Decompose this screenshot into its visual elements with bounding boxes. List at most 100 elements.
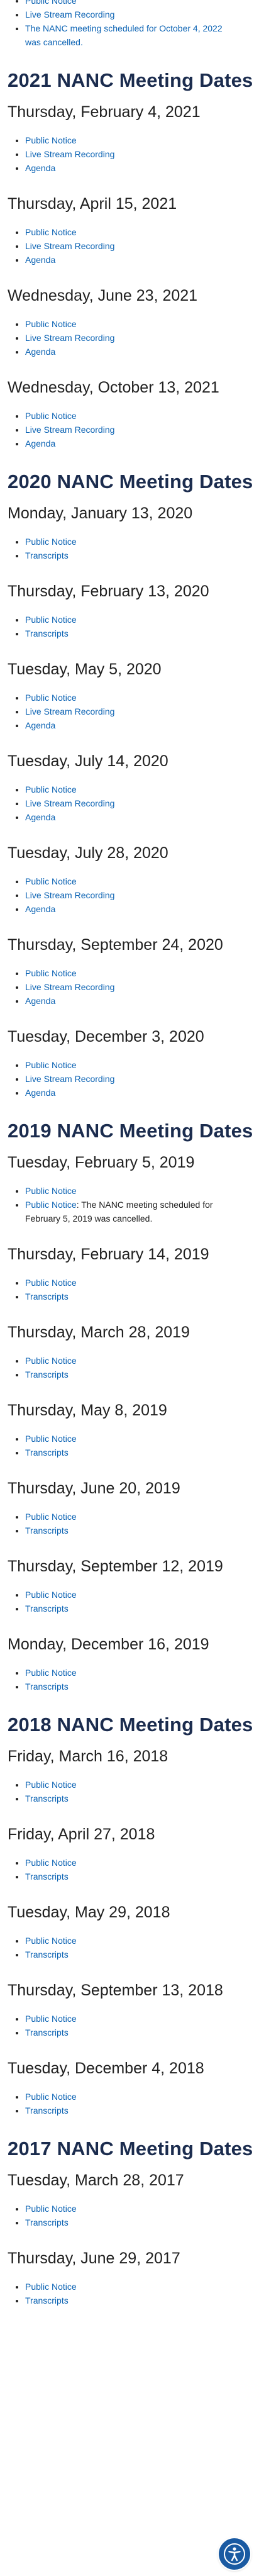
meeting-date-heading: Thursday, February 14, 2019: [8, 1246, 209, 1263]
live-stream-recording-link[interactable]: Live Stream Recording: [25, 9, 114, 20]
meeting-date-heading: Thursday, September 24, 2020: [8, 936, 223, 954]
list-item: Public Notice: [25, 1510, 259, 1524]
live-stream-recording-link[interactable]: Live Stream Recording: [25, 890, 114, 900]
meeting-link-list: Public Notice Transcripts: [0, 1354, 259, 1381]
public-notice-link[interactable]: Public Notice: [25, 537, 77, 547]
transcripts-link[interactable]: Transcripts: [25, 1525, 69, 1536]
agenda-link[interactable]: Agenda: [25, 1088, 55, 1098]
list-item: Live Stream Recording: [25, 331, 259, 345]
public-notice-link[interactable]: Public Notice: [25, 411, 77, 421]
public-notice-link[interactable]: Public Notice: [25, 1278, 77, 1288]
public-notice-link[interactable]: Public Notice: [25, 1780, 77, 1790]
meeting-link-list: Public Notice Live Stream Recording Agenda: [0, 874, 259, 916]
live-stream-recording-link[interactable]: Live Stream Recording: [25, 706, 114, 716]
list-item: Live Stream Recording: [25, 980, 259, 994]
public-notice-link[interactable]: Public Notice: [25, 319, 77, 329]
public-notice-link[interactable]: Public Notice: [25, 2282, 77, 2292]
public-notice-link[interactable]: Public Notice: [25, 1434, 77, 1444]
list-item: Agenda: [25, 161, 259, 175]
transcripts-link[interactable]: Transcripts: [25, 1291, 69, 1302]
list-item: Public Notice: [25, 133, 259, 147]
transcripts-link[interactable]: Transcripts: [25, 550, 69, 560]
live-stream-recording-link[interactable]: Live Stream Recording: [25, 241, 114, 251]
agenda-link[interactable]: Agenda: [25, 812, 55, 822]
public-notice-link[interactable]: Public Notice: [25, 1200, 77, 1210]
cancellation-notice-link[interactable]: The NANC meeting scheduled for October 4…: [25, 23, 223, 47]
list-item: Public Notice: [25, 966, 259, 980]
list-item: Agenda: [25, 1086, 259, 1100]
meeting-date-heading: Tuesday, March 28, 2017: [8, 2172, 184, 2189]
list-item: Transcripts: [25, 1602, 259, 1615]
list-item: Public Notice: [25, 1588, 259, 1602]
transcripts-link[interactable]: Transcripts: [25, 1949, 69, 1960]
list-item: Public Notice: [25, 2202, 259, 2216]
list-item: Transcripts: [25, 1792, 259, 1805]
transcripts-link[interactable]: Transcripts: [25, 2217, 69, 2228]
live-stream-recording-link[interactable]: Live Stream Recording: [25, 982, 114, 992]
list-item: Transcripts: [25, 2026, 259, 2039]
public-notice-link[interactable]: Public Notice: [25, 784, 77, 795]
public-notice-link[interactable]: Public Notice: [25, 1060, 77, 1070]
public-notice-link[interactable]: Public Notice: [25, 693, 77, 703]
public-notice-link[interactable]: Public Notice: [25, 135, 77, 145]
transcripts-link[interactable]: Transcripts: [25, 1793, 69, 1804]
transcripts-link[interactable]: Transcripts: [25, 1369, 69, 1380]
public-notice-link[interactable]: Public Notice: [25, 1668, 77, 1678]
list-item: Agenda: [25, 718, 259, 732]
live-stream-recording-link[interactable]: Live Stream Recording: [25, 425, 114, 435]
meeting-date-heading: Tuesday, July 28, 2020: [8, 844, 168, 862]
transcripts-link[interactable]: Transcripts: [25, 2105, 69, 2116]
agenda-link[interactable]: Agenda: [25, 996, 55, 1006]
public-notice-link[interactable]: Public Notice: [25, 1356, 77, 1366]
year-heading: 2019 NANC Meeting Dates: [8, 1120, 253, 1142]
meeting-link-list: Public Notice Live Stream Recording Agenda: [0, 691, 259, 732]
transcripts-link[interactable]: Transcripts: [25, 1447, 69, 1458]
meeting-date-heading: Thursday, September 12, 2019: [8, 1558, 223, 1575]
top-link-list: Public Notice Live Stream Recording The …: [0, 0, 259, 49]
agenda-link[interactable]: Agenda: [25, 904, 55, 914]
public-notice-link[interactable]: Public Notice: [25, 2204, 77, 2214]
agenda-link[interactable]: Agenda: [25, 163, 55, 173]
public-notice-link[interactable]: Public Notice: [25, 227, 77, 237]
public-notice-link[interactable]: Public Notice: [25, 876, 77, 886]
public-notice-link[interactable]: Public Notice: [25, 2092, 77, 2102]
public-notice-link[interactable]: Public Notice: [25, 1186, 77, 1196]
public-notice-link[interactable]: Public Notice: [25, 0, 77, 6]
list-item: Transcripts: [25, 1368, 259, 1381]
transcripts-link[interactable]: Transcripts: [25, 1871, 69, 1882]
agenda-link[interactable]: Agenda: [25, 438, 55, 449]
transcripts-link[interactable]: Transcripts: [25, 1681, 69, 1692]
list-item: Public Notice: [25, 1666, 259, 1680]
transcripts-link[interactable]: Transcripts: [25, 628, 69, 638]
public-notice-link[interactable]: Public Notice: [25, 615, 77, 625]
live-stream-recording-link[interactable]: Live Stream Recording: [25, 149, 114, 159]
meeting-link-list: Public Notice Transcripts: [0, 1666, 259, 1693]
meeting-link-list: Public NoticePublic Notice: The NANC mee…: [0, 1184, 259, 1225]
live-stream-recording-link[interactable]: Live Stream Recording: [25, 333, 114, 343]
meeting-link-list: Public Notice Transcripts: [0, 2012, 259, 2039]
meeting-years: 2021 NANC Meeting Dates Thursday, Februar…: [0, 68, 259, 2307]
meeting-link-list: Public Notice Transcripts: [0, 1856, 259, 1883]
meeting-date-heading: Tuesday, May 29, 2018: [8, 1904, 170, 1921]
public-notice-link[interactable]: Public Notice: [25, 1858, 77, 1868]
list-item: Public Notice: [25, 225, 259, 239]
live-stream-recording-link[interactable]: Live Stream Recording: [25, 798, 114, 808]
public-notice-link[interactable]: Public Notice: [25, 968, 77, 978]
transcripts-link[interactable]: Transcripts: [25, 1603, 69, 1614]
meeting-date-heading: Thursday, May 8, 2019: [8, 1402, 167, 1419]
public-notice-link[interactable]: Public Notice: [25, 1936, 77, 1946]
list-item: Public Notice: [25, 317, 259, 331]
accessibility-button[interactable]: [219, 2538, 250, 2570]
public-notice-link[interactable]: Public Notice: [25, 1590, 77, 1600]
public-notice-link[interactable]: Public Notice: [25, 1512, 77, 1522]
live-stream-recording-link[interactable]: Live Stream Recording: [25, 1074, 114, 1084]
public-notice-link[interactable]: Public Notice: [25, 2014, 77, 2024]
list-item: Public Notice: [25, 1778, 259, 1792]
transcripts-link[interactable]: Transcripts: [25, 2295, 69, 2306]
meeting-link-list: Public Notice Transcripts: [0, 613, 259, 640]
agenda-link[interactable]: Agenda: [25, 720, 55, 730]
agenda-link[interactable]: Agenda: [25, 347, 55, 357]
agenda-link[interactable]: Agenda: [25, 255, 55, 265]
transcripts-link[interactable]: Transcripts: [25, 2027, 69, 2038]
list-item: Transcripts: [25, 2104, 259, 2117]
